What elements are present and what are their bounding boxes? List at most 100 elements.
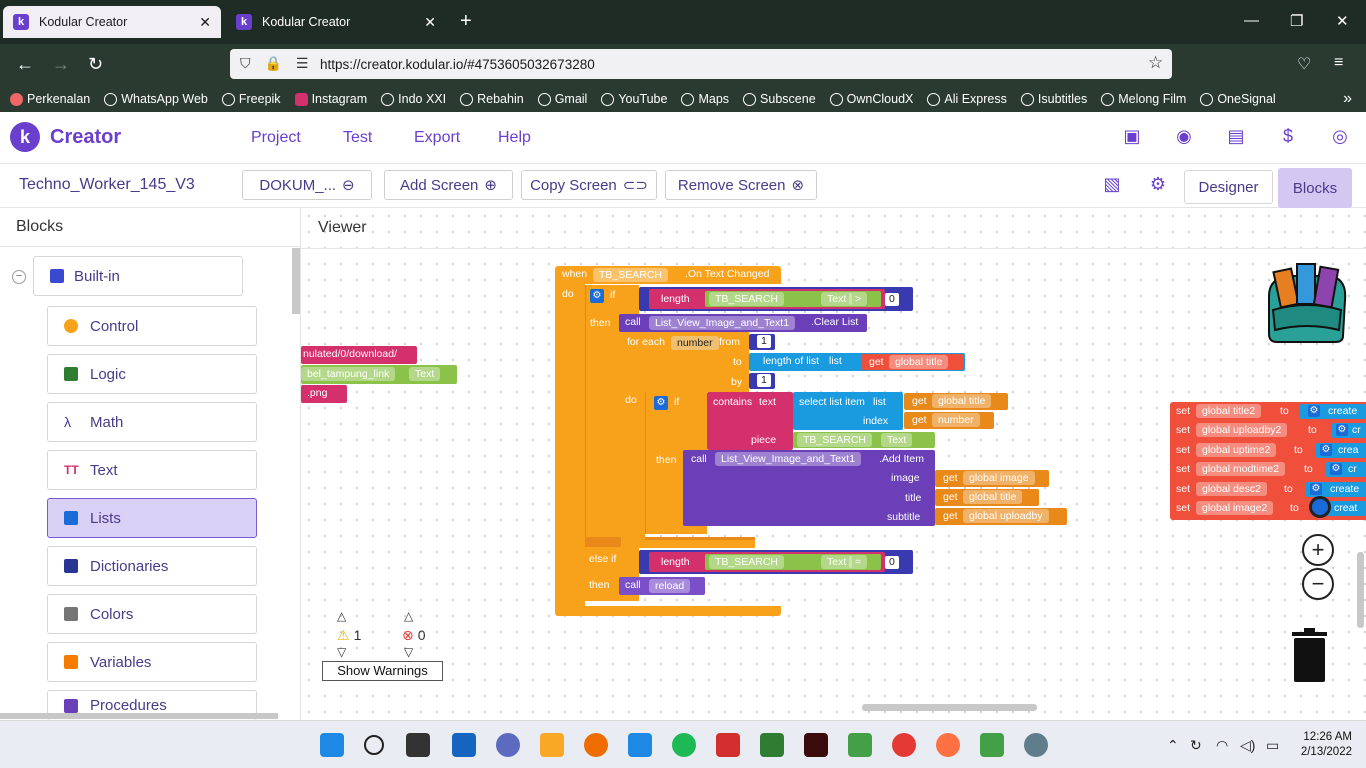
component-property-block[interactable]: TB_SEARCH Text bbox=[793, 432, 935, 448]
get-number-block[interactable]: get number bbox=[904, 412, 994, 429]
bookmark-item[interactable]: Perkenalan bbox=[10, 92, 90, 106]
blender-icon[interactable] bbox=[584, 733, 608, 757]
viewer-scrollbar-horizontal[interactable] bbox=[862, 704, 1037, 711]
wifi-icon[interactable]: ◠ bbox=[1216, 737, 1228, 754]
error-down-arrow-icon[interactable]: ▽ bbox=[404, 645, 413, 659]
bookmark-item[interactable]: Maps bbox=[681, 92, 729, 106]
compare-block[interactable]: length TB_SEARCH Text = 0 bbox=[639, 550, 913, 574]
bookmark-item[interactable]: WhatsApp Web bbox=[104, 92, 208, 106]
search-icon[interactable] bbox=[364, 735, 384, 755]
browser-tab-inactive[interactable]: k Kodular Creator ✕ bbox=[226, 6, 446, 38]
browser-tab-active[interactable]: k Kodular Creator ✕ bbox=[3, 6, 221, 38]
url-bar[interactable]: https://creator.kodular.io/#475360503267… bbox=[230, 49, 1172, 79]
minimize-icon[interactable]: — bbox=[1244, 12, 1259, 29]
bookmark-item[interactable]: Rebahin bbox=[460, 92, 524, 106]
volume-icon[interactable]: ◁) bbox=[1240, 737, 1255, 754]
illustrator-icon[interactable] bbox=[804, 733, 828, 757]
set-global-block[interactable]: set global image2 to ⚙creat bbox=[1170, 500, 1366, 517]
more-bookmarks-icon[interactable]: » bbox=[1343, 90, 1352, 108]
pen-app-icon[interactable] bbox=[848, 733, 872, 757]
mutator-gear-icon[interactable]: ⚙ bbox=[590, 289, 604, 303]
category-lists[interactable]: Lists bbox=[47, 498, 257, 538]
zoom-in-icon[interactable]: + bbox=[1302, 534, 1334, 566]
bookmark-item[interactable]: OneSignal bbox=[1200, 92, 1276, 106]
menu-export[interactable]: Export bbox=[414, 129, 460, 147]
menu-icon[interactable]: ≡ bbox=[1334, 54, 1343, 72]
menu-test[interactable]: Test bbox=[343, 129, 372, 147]
bookmark-item[interactable]: OwnCloudX bbox=[829, 92, 913, 106]
get-global-block[interactable]: get global title bbox=[935, 489, 1039, 506]
widgets-icon[interactable] bbox=[452, 733, 476, 757]
backpack-icon[interactable] bbox=[1259, 260, 1351, 344]
brand-title[interactable]: Creator bbox=[50, 126, 121, 149]
text-block-fragment[interactable]: .png bbox=[301, 385, 347, 403]
task-view-icon[interactable] bbox=[406, 733, 430, 757]
set-global-block[interactable]: set global uptime2 to ⚙ crea bbox=[1170, 442, 1366, 459]
create-block[interactable]: ⚙ cr bbox=[1326, 462, 1366, 477]
site-info-icons[interactable]: ⛉🔒☰ bbox=[240, 55, 322, 72]
teams-icon[interactable] bbox=[496, 733, 520, 757]
warning-up-arrow-icon[interactable]: △ bbox=[337, 609, 346, 623]
category-text[interactable]: TT Text bbox=[47, 450, 257, 490]
bookmark-item[interactable]: Isubtitles bbox=[1020, 92, 1087, 106]
category-variables[interactable]: Variables bbox=[47, 642, 257, 682]
folder-icon[interactable]: ▣ bbox=[1121, 126, 1143, 148]
number-block[interactable]: 1 bbox=[749, 334, 775, 350]
category-logic[interactable]: Logic bbox=[47, 354, 257, 394]
call-add-item-block[interactable]: call List_View_Image_and_Text1 .Add Item… bbox=[683, 450, 935, 526]
bookmark-item[interactable]: Melong Film bbox=[1101, 92, 1186, 106]
back-icon[interactable]: ← bbox=[16, 54, 34, 75]
pen-app-icon[interactable] bbox=[980, 733, 1004, 757]
builtin-tree-node[interactable]: Built-in bbox=[33, 256, 243, 296]
number-block[interactable]: 1 bbox=[749, 373, 775, 389]
compare-block[interactable]: length TB_SEARCH Text > 0 bbox=[639, 287, 913, 311]
add-screen-button[interactable]: Add Screen ⊕ bbox=[384, 170, 513, 200]
forward-icon[interactable]: → bbox=[52, 54, 70, 75]
system-clock[interactable]: 12:26 AM 2/13/2022 bbox=[1290, 730, 1352, 760]
category-dictionaries[interactable]: Dictionaries bbox=[47, 546, 257, 586]
bookmark-item[interactable]: YouTube bbox=[601, 92, 667, 106]
scrollbar-vertical[interactable] bbox=[292, 248, 300, 314]
component-block-fragment[interactable]: bel_tampung_link Text bbox=[301, 365, 457, 384]
trash-icon[interactable] bbox=[1291, 628, 1328, 682]
select-list-item-block[interactable]: select list item list index bbox=[793, 392, 903, 430]
spotify-icon[interactable] bbox=[672, 733, 696, 757]
copy-screen-button[interactable]: Copy Screen ⊂⊃ bbox=[521, 170, 657, 200]
docs-icon[interactable]: ▤ bbox=[1225, 126, 1247, 148]
image-icon[interactable]: ▧ bbox=[1101, 174, 1123, 196]
create-block[interactable]: ⚙ create bbox=[1306, 482, 1366, 497]
tray-chevron-icon[interactable]: ⌃ bbox=[1167, 737, 1179, 754]
account-icon[interactable]: ◎ bbox=[1329, 126, 1351, 148]
blocks-viewer[interactable]: Viewer nulated/0/download/ bel_tampung_l… bbox=[301, 208, 1366, 720]
firefox-icon[interactable] bbox=[936, 733, 960, 757]
sketchup-icon[interactable] bbox=[716, 733, 740, 757]
community-icon[interactable]: ◉ bbox=[1173, 126, 1195, 148]
designer-button[interactable]: Designer bbox=[1184, 170, 1273, 204]
sync-icon[interactable]: ↻ bbox=[1190, 737, 1202, 754]
error-up-arrow-icon[interactable]: △ bbox=[404, 609, 413, 623]
window-close-icon[interactable]: ✕ bbox=[1336, 12, 1349, 30]
bookmark-item[interactable]: Gmail bbox=[537, 92, 587, 106]
create-block[interactable]: ⚙ cr bbox=[1332, 423, 1366, 438]
category-math[interactable]: λ Math bbox=[47, 402, 257, 442]
set-global-block[interactable]: set global desc2 to ⚙ create bbox=[1170, 481, 1366, 498]
viewer-scrollbar-vertical[interactable] bbox=[1357, 552, 1364, 628]
blocks-button[interactable]: Blocks bbox=[1278, 168, 1352, 208]
billing-icon[interactable]: $ bbox=[1277, 126, 1299, 148]
screen-select[interactable]: DOKUM_... ⊖ bbox=[242, 170, 372, 200]
category-control[interactable]: Control bbox=[47, 306, 257, 346]
scrollbar-horizontal[interactable] bbox=[0, 713, 278, 719]
warning-down-arrow-icon[interactable]: ▽ bbox=[337, 645, 346, 659]
pocket-icon[interactable]: ♡ bbox=[1297, 54, 1311, 74]
get-global-block[interactable]: get global title bbox=[904, 393, 1008, 410]
bookmark-star-icon[interactable]: ☆ bbox=[1148, 53, 1163, 73]
reload-icon[interactable]: ↻ bbox=[88, 54, 103, 75]
chrome-icon[interactable] bbox=[892, 733, 916, 757]
battery-icon[interactable]: ▭ bbox=[1266, 737, 1279, 754]
bookmark-item[interactable]: Ali Express bbox=[927, 92, 1007, 106]
settings-gear-icon[interactable]: ⚙ bbox=[1147, 174, 1169, 196]
category-colors[interactable]: Colors bbox=[47, 594, 257, 634]
remove-screen-button[interactable]: Remove Screen ⊗ bbox=[665, 170, 817, 200]
kodular-logo[interactable]: k bbox=[10, 122, 40, 152]
call-clear-list-block[interactable]: call List_View_Image_and_Text1 .Clear Li… bbox=[619, 314, 867, 332]
